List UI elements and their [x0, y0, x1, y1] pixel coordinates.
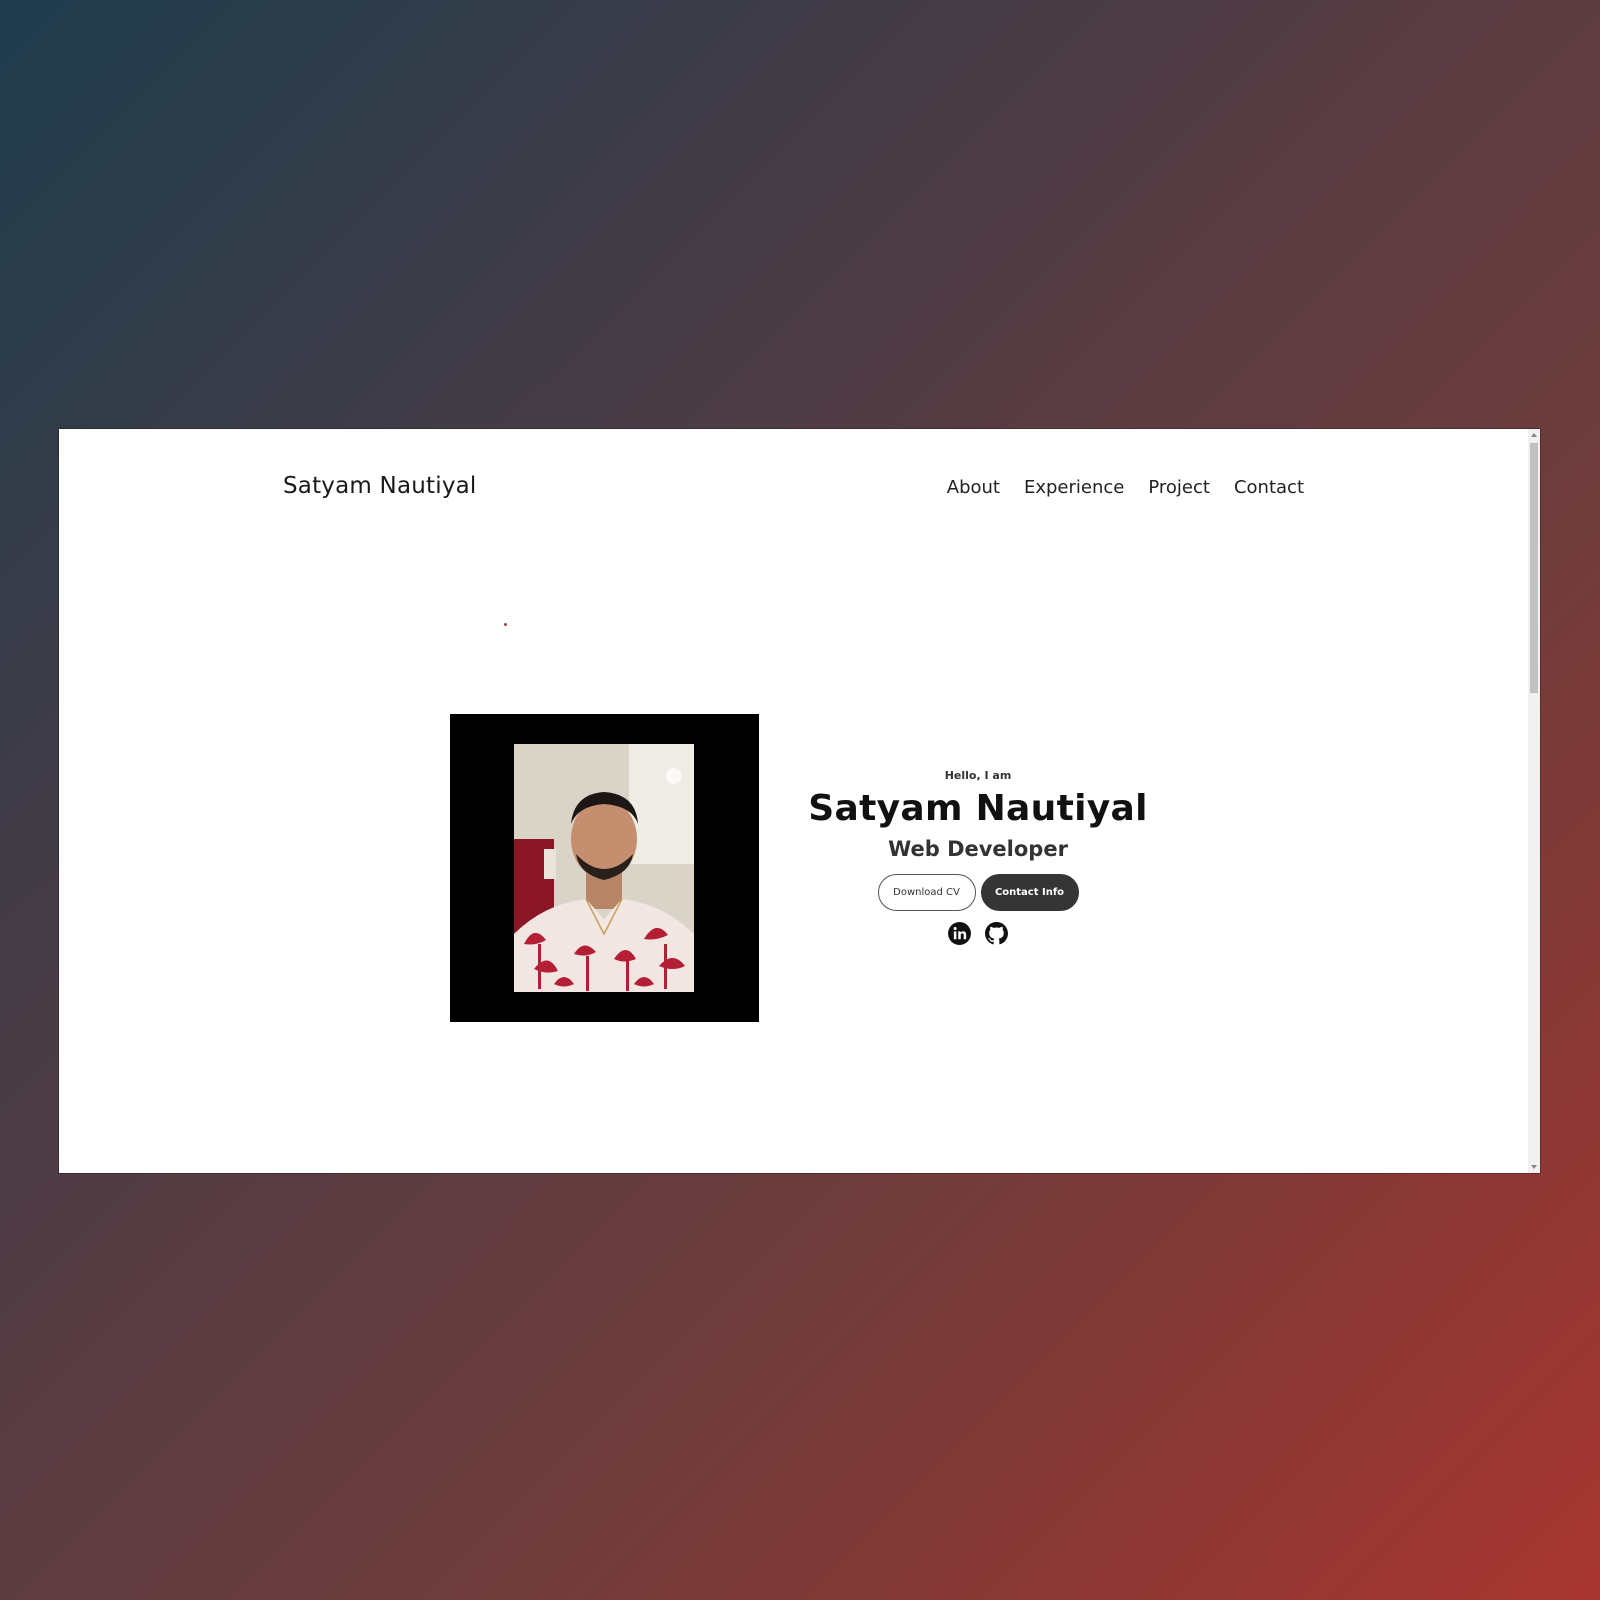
scroll-up-arrow-icon[interactable]	[1531, 433, 1537, 437]
hero-name: Satyam Nautiyal	[808, 788, 1148, 829]
decorative-dot	[504, 623, 507, 626]
nav-link-project[interactable]: Project	[1148, 477, 1210, 498]
site-brand[interactable]: Satyam Nautiyal	[283, 473, 477, 499]
contact-info-button[interactable]: Contact Info	[980, 874, 1079, 911]
download-cv-button[interactable]: Download CV	[877, 874, 976, 911]
profile-photo	[514, 744, 694, 992]
github-icon[interactable]	[984, 921, 1009, 946]
profile-photo-frame	[450, 714, 759, 1022]
main-nav: About Experience Project Contact	[947, 477, 1304, 498]
nav-link-contact[interactable]: Contact	[1234, 477, 1304, 498]
hero-role: Web Developer	[888, 837, 1068, 861]
scrollbar[interactable]	[1528, 429, 1540, 1173]
hero-section: Hello, I am Satyam Nautiyal Web Develope…	[797, 769, 1159, 946]
browser-window: Satyam Nautiyal About Experience Project…	[59, 429, 1540, 1173]
nav-link-about[interactable]: About	[947, 477, 1000, 498]
profile-photo-image	[514, 744, 694, 992]
hero-greeting: Hello, I am	[944, 769, 1012, 782]
social-links	[797, 921, 1159, 946]
hero-buttons: Download CV Contact Info	[797, 874, 1159, 911]
scroll-down-arrow-icon[interactable]	[1531, 1165, 1537, 1169]
scrollbar-thumb[interactable]	[1530, 443, 1538, 693]
linkedin-icon[interactable]	[947, 921, 972, 946]
nav-link-experience[interactable]: Experience	[1024, 477, 1124, 498]
